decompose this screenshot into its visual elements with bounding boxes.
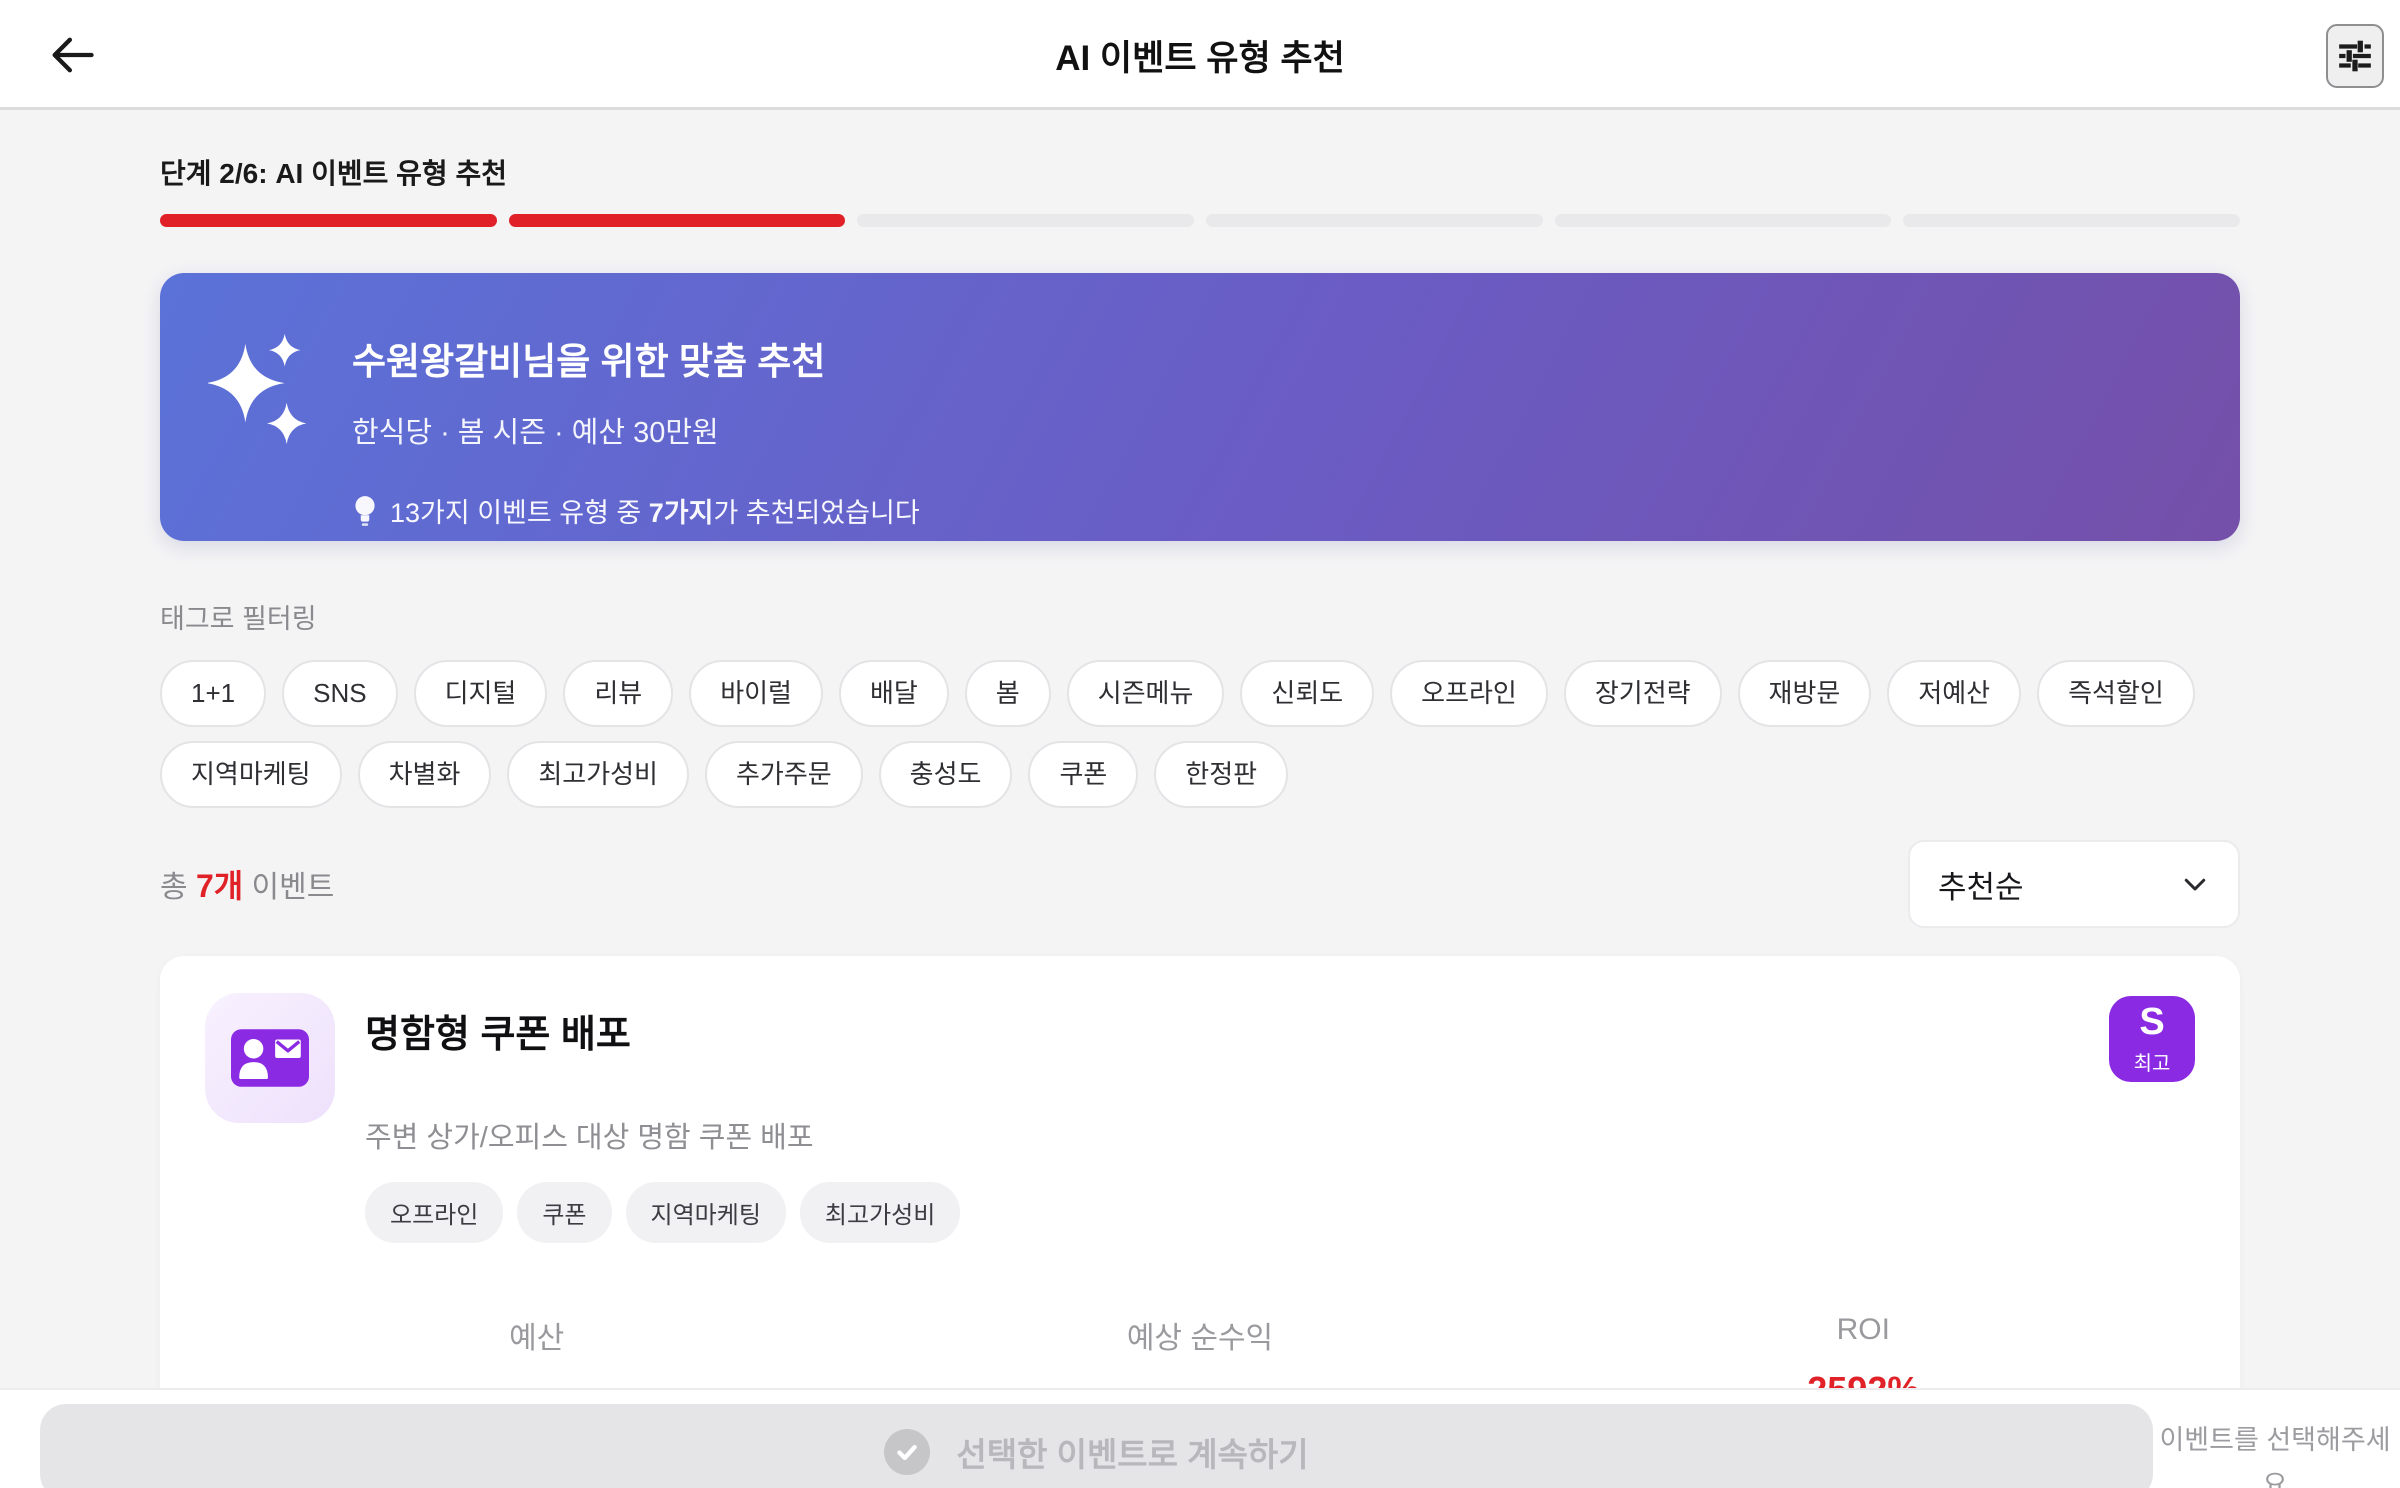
filter-tag[interactable]: 지역마케팅 bbox=[160, 741, 342, 809]
results-row: 총 7개 이벤트 추천순 bbox=[160, 840, 2240, 929]
main-content: 단계 2/6: AI 이벤트 유형 추천 수원왕갈비님을 위한 맞춤 추천 한식… bbox=[0, 110, 2400, 1487]
filter-tag[interactable]: 봄 bbox=[964, 660, 1051, 728]
event-tag-list: 오프라인 쿠폰 지역마케팅 최고가성비 bbox=[365, 1182, 961, 1244]
filter-tag[interactable]: 신뢰도 bbox=[1240, 660, 1375, 728]
event-card-head: 명함형 쿠폰 배포 주변 상가/오피스 대상 명함 쿠폰 배포 오프라인 쿠폰 … bbox=[205, 993, 2195, 1244]
recommendation-banner: 수원왕갈비님을 위한 맞춤 추천 한식당 · 봄 시즌 · 예산 30만원 13… bbox=[160, 273, 2240, 541]
filter-tag[interactable]: 바이럴 bbox=[689, 660, 823, 728]
banner-subtitle: 한식당 · 봄 시즌 · 예산 30만원 bbox=[352, 417, 719, 449]
sliders-icon bbox=[2339, 40, 2371, 72]
continue-button-label: 선택한 이벤트로 계속하기 bbox=[956, 1436, 1309, 1473]
sparkles-icon bbox=[208, 333, 307, 445]
filter-tag[interactable]: 즉석할인 bbox=[2037, 660, 2195, 728]
check-circle-icon bbox=[884, 1429, 931, 1475]
progress-segment-2 bbox=[508, 214, 846, 227]
event-tag: 최고가성비 bbox=[799, 1182, 961, 1244]
filter-settings-button[interactable] bbox=[2326, 24, 2384, 88]
filter-tag[interactable]: 추가주문 bbox=[704, 741, 863, 809]
filter-tag[interactable]: 충성도 bbox=[878, 741, 1013, 809]
grade-badge: S 최고 bbox=[2109, 996, 2195, 1083]
progress-segment-1 bbox=[160, 214, 497, 227]
filter-tag[interactable]: 저예산 bbox=[1887, 660, 2022, 728]
progress-segment-3 bbox=[857, 214, 1195, 227]
progress-segment-6 bbox=[1903, 214, 2241, 227]
step-label: 단계 2/6: AI 이벤트 유형 추천 bbox=[160, 158, 507, 189]
filter-tag[interactable]: 최고가성비 bbox=[507, 741, 689, 809]
event-tag: 오프라인 bbox=[365, 1182, 504, 1244]
filter-tag[interactable]: 시즌메뉴 bbox=[1066, 660, 1225, 728]
stat-label: 예상 순수익 bbox=[1126, 1322, 1274, 1356]
sort-dropdown-value: 추천순 bbox=[1938, 869, 2024, 905]
filter-tag[interactable]: 디지털 bbox=[413, 660, 548, 728]
filter-tag[interactable]: 쿠폰 bbox=[1028, 741, 1139, 809]
filter-label: 태그로 필터링 bbox=[160, 604, 317, 634]
filter-tag[interactable]: 장기전략 bbox=[1563, 660, 1722, 728]
banner-info-text: 13가지 이벤트 유형 중 7가지가 추천되었습니다 bbox=[390, 498, 920, 528]
lightbulb-icon bbox=[355, 495, 375, 526]
banner-title: 수원왕갈비님을 위한 맞춤 추천 bbox=[352, 341, 826, 382]
sort-dropdown[interactable]: 추천순 bbox=[1908, 840, 2240, 929]
filter-tag[interactable]: 오프라인 bbox=[1390, 660, 1548, 728]
event-description: 주변 상가/오피스 대상 명함 쿠폰 배포 bbox=[365, 1122, 814, 1155]
chevron-down-icon bbox=[2184, 879, 2206, 891]
contact-card-icon bbox=[231, 1029, 309, 1088]
progress-segment-4 bbox=[1206, 214, 1543, 227]
filter-tag[interactable]: 리뷰 bbox=[563, 660, 674, 728]
event-icon-tile bbox=[205, 993, 335, 1124]
stat-label: ROI bbox=[1836, 1313, 1890, 1347]
screen: AI 이벤트 유형 추천 단계 2/6: AI 이벤트 유형 추천 수원왕갈비님… bbox=[0, 0, 2400, 1488]
banner-text: 수원왕갈비님을 위한 맞춤 추천 한식당 · 봄 시즌 · 예산 30만원 13… bbox=[352, 317, 920, 530]
continue-button[interactable]: 선택한 이벤트로 계속하기 bbox=[40, 1404, 2153, 1488]
progress-bar bbox=[160, 214, 2241, 227]
filter-tag[interactable]: 배달 bbox=[838, 660, 949, 728]
stat-label: 예산 bbox=[509, 1322, 565, 1356]
filter-tag[interactable]: 재방문 bbox=[1737, 660, 1872, 728]
page-title: AI 이벤트 유형 추천 bbox=[1055, 38, 1345, 78]
filter-tag[interactable]: 차별화 bbox=[357, 741, 492, 809]
filter-tag[interactable]: 한정판 bbox=[1154, 741, 1289, 809]
banner-info: 13가지 이벤트 유형 중 7가지가 추천되었습니다 bbox=[352, 491, 920, 530]
header: AI 이벤트 유형 추천 bbox=[0, 0, 2400, 110]
event-tag: 쿠폰 bbox=[517, 1182, 612, 1244]
grade-label: 최고 bbox=[2133, 1052, 2171, 1075]
grade-letter: S bbox=[2139, 1000, 2165, 1043]
filter-tag[interactable]: 1+1 bbox=[160, 660, 267, 728]
event-count: 총 7개 이벤트 bbox=[160, 868, 335, 905]
selection-hint: 이벤트를 선택해주세요 bbox=[2159, 1425, 2391, 1488]
event-tag: 지역마케팅 bbox=[625, 1182, 786, 1244]
event-count-number: 7개 bbox=[195, 868, 244, 905]
filter-tag[interactable]: SNS bbox=[282, 660, 398, 728]
progress-segment-5 bbox=[1554, 214, 1892, 227]
event-card-body: 명함형 쿠폰 배포 주변 상가/오피스 대상 명함 쿠폰 배포 오프라인 쿠폰 … bbox=[365, 993, 961, 1244]
filter-tag-list: 1+1 SNS 디지털 리뷰 바이럴 배달 봄 시즌메뉴 신뢰도 오프라인 장기… bbox=[160, 660, 2245, 809]
bottom-bar: 선택한 이벤트로 계속하기 이벤트를 선택해주세요 bbox=[0, 1388, 2400, 1488]
event-title: 명함형 쿠폰 배포 bbox=[365, 1014, 631, 1057]
